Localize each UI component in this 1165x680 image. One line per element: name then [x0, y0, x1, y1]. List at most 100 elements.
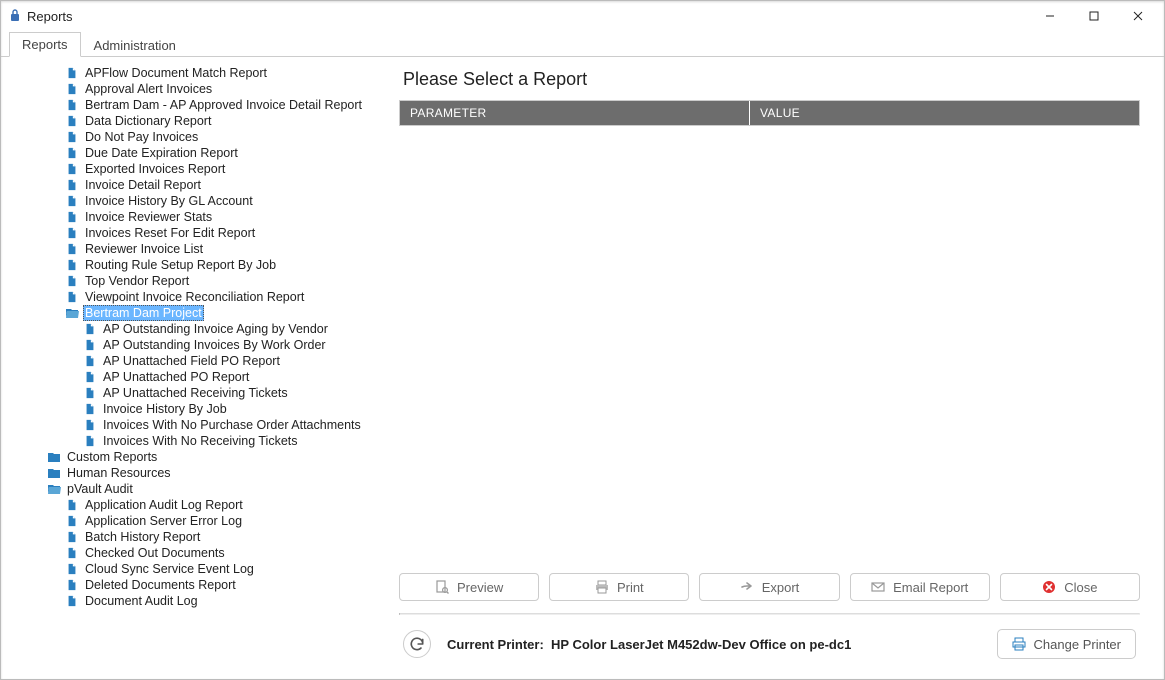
tree-item[interactable]: Custom Reports — [9, 449, 388, 465]
tree-item[interactable]: Deleted Documents Report — [9, 577, 388, 593]
close-window-button[interactable] — [1116, 1, 1160, 31]
tree-item-label: Invoices With No Purchase Order Attachme… — [101, 417, 363, 433]
close-button[interactable]: Close — [1000, 573, 1140, 601]
tree-item[interactable]: Invoice Reviewer Stats — [9, 209, 388, 225]
printer-icon — [1012, 637, 1026, 651]
tree-item-label: Batch History Report — [83, 529, 202, 545]
file-icon — [83, 403, 97, 415]
tree-item-label: AP Unattached Receiving Tickets — [101, 385, 290, 401]
file-icon — [65, 131, 79, 143]
tree-item-label: AP Unattached Field PO Report — [101, 353, 282, 369]
tree-item[interactable]: APFlow Document Match Report — [9, 65, 388, 81]
tree-item[interactable]: Invoices With No Purchase Order Attachme… — [9, 417, 388, 433]
column-value: VALUE — [750, 101, 1139, 125]
close-icon — [1042, 580, 1056, 594]
tree-item-label: Invoices With No Receiving Tickets — [101, 433, 300, 449]
file-icon — [65, 67, 79, 79]
tree-item[interactable]: Application Audit Log Report — [9, 497, 388, 513]
tree-item[interactable]: AP Outstanding Invoice Aging by Vendor — [9, 321, 388, 337]
tree-item[interactable]: Invoices With No Receiving Tickets — [9, 433, 388, 449]
tree-item[interactable]: Bertram Dam Project — [9, 305, 388, 321]
preview-button[interactable]: Preview — [399, 573, 539, 601]
file-icon — [83, 435, 97, 447]
tree-item[interactable]: Human Resources — [9, 465, 388, 481]
file-icon — [65, 147, 79, 159]
action-buttons: Preview Print Export Email Report Close — [399, 561, 1140, 613]
refresh-button[interactable] — [403, 630, 431, 658]
folder-open-icon — [47, 483, 61, 495]
tree-item[interactable]: Batch History Report — [9, 529, 388, 545]
file-icon — [83, 387, 97, 399]
tree-item[interactable]: pVault Audit — [9, 481, 388, 497]
file-icon — [65, 227, 79, 239]
tree-item[interactable]: Data Dictionary Report — [9, 113, 388, 129]
tree-item[interactable]: Top Vendor Report — [9, 273, 388, 289]
tree-item[interactable]: Document Audit Log — [9, 593, 388, 609]
file-icon — [65, 563, 79, 575]
file-icon — [65, 259, 79, 271]
tree-item-label: Due Date Expiration Report — [83, 145, 240, 161]
report-tree[interactable]: APFlow Document Match ReportApproval Ale… — [9, 61, 389, 671]
email-report-button[interactable]: Email Report — [850, 573, 990, 601]
tree-item[interactable]: Cloud Sync Service Event Log — [9, 561, 388, 577]
parameter-table-header: PARAMETER VALUE — [399, 100, 1140, 126]
export-icon — [740, 580, 754, 594]
tree-item[interactable]: AP Unattached Field PO Report — [9, 353, 388, 369]
file-icon — [65, 515, 79, 527]
tree-item-label: AP Outstanding Invoices By Work Order — [101, 337, 328, 353]
change-printer-button[interactable]: Change Printer — [997, 629, 1136, 659]
file-icon — [83, 419, 97, 431]
tree-item[interactable]: AP Outstanding Invoices By Work Order — [9, 337, 388, 353]
lock-icon — [9, 8, 21, 25]
tree-item-label: AP Unattached PO Report — [101, 369, 251, 385]
tree-item[interactable]: Bertram Dam - AP Approved Invoice Detail… — [9, 97, 388, 113]
file-icon — [83, 371, 97, 383]
tree-item[interactable]: Invoice History By Job — [9, 401, 388, 417]
export-button[interactable]: Export — [699, 573, 839, 601]
reports-window: Reports Reports Administration APFlow Do… — [0, 0, 1165, 680]
tree-item[interactable]: Invoice History By GL Account — [9, 193, 388, 209]
parameter-table-body — [399, 126, 1140, 561]
tree-item[interactable]: Invoice Detail Report — [9, 177, 388, 193]
tree-item[interactable]: Checked Out Documents — [9, 545, 388, 561]
tree-item-label: AP Outstanding Invoice Aging by Vendor — [101, 321, 330, 337]
tree-item-label: Viewpoint Invoice Reconciliation Report — [83, 289, 306, 305]
folder-icon — [47, 451, 61, 463]
tree-item-label: Data Dictionary Report — [83, 113, 213, 129]
current-printer: Current Printer: HP Color LaserJet M452d… — [447, 637, 851, 652]
tree-item[interactable]: Application Server Error Log — [9, 513, 388, 529]
tree-item-label: Invoice History By GL Account — [83, 193, 255, 209]
print-button[interactable]: Print — [549, 573, 689, 601]
tree-item[interactable]: Due Date Expiration Report — [9, 145, 388, 161]
tree-item[interactable]: Approval Alert Invoices — [9, 81, 388, 97]
tab-administration[interactable]: Administration — [81, 33, 189, 57]
maximize-button[interactable] — [1072, 1, 1116, 31]
preview-icon — [435, 580, 449, 594]
tree-item-label: Application Audit Log Report — [83, 497, 245, 513]
tree-item-label: Cloud Sync Service Event Log — [83, 561, 256, 577]
tree-item-label: APFlow Document Match Report — [83, 65, 269, 81]
tree-item[interactable]: Invoices Reset For Edit Report — [9, 225, 388, 241]
tree-item-label: Invoice Reviewer Stats — [83, 209, 214, 225]
minimize-button[interactable] — [1028, 1, 1072, 31]
footer: Current Printer: HP Color LaserJet M452d… — [399, 615, 1140, 667]
tree-item-label: Invoices Reset For Edit Report — [83, 225, 257, 241]
tab-reports[interactable]: Reports — [9, 32, 81, 57]
tree-item[interactable]: AP Unattached Receiving Tickets — [9, 385, 388, 401]
tree-item-label: Do Not Pay Invoices — [83, 129, 200, 145]
file-icon — [65, 163, 79, 175]
tree-item[interactable]: Exported Invoices Report — [9, 161, 388, 177]
tree-item[interactable]: AP Unattached PO Report — [9, 369, 388, 385]
window-title: Reports — [27, 9, 73, 24]
file-icon — [65, 179, 79, 191]
folder-open-icon — [65, 307, 79, 319]
tree-item-label: Deleted Documents Report — [83, 577, 238, 593]
tree-item[interactable]: Routing Rule Setup Report By Job — [9, 257, 388, 273]
file-icon — [65, 291, 79, 303]
tree-item[interactable]: Reviewer Invoice List — [9, 241, 388, 257]
tree-item[interactable]: Viewpoint Invoice Reconciliation Report — [9, 289, 388, 305]
tree-item-label: Invoice History By Job — [101, 401, 229, 417]
tree-item-label: Bertram Dam Project — [83, 305, 204, 321]
tree-item-label: Reviewer Invoice List — [83, 241, 205, 257]
tree-item[interactable]: Do Not Pay Invoices — [9, 129, 388, 145]
